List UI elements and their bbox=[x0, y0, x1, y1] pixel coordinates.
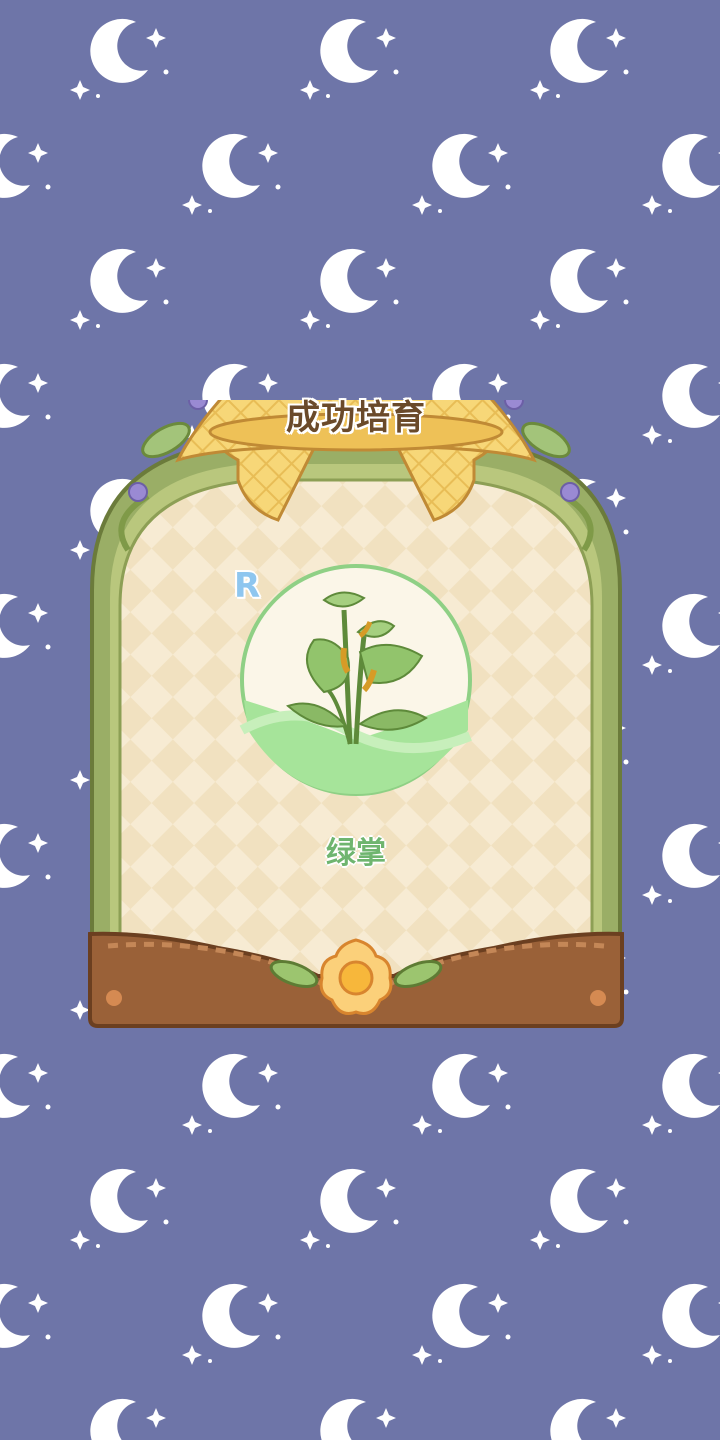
moon-icon bbox=[300, 1168, 399, 1250]
moon-icon bbox=[0, 1053, 51, 1135]
moon-icon bbox=[412, 1283, 511, 1365]
card-frame bbox=[88, 400, 624, 1028]
moon-icon bbox=[70, 1398, 169, 1440]
moon-icon bbox=[182, 1053, 281, 1135]
dialog-title: 成功培育 bbox=[286, 398, 426, 438]
moon-icon bbox=[0, 593, 51, 675]
moon-icon bbox=[300, 1398, 399, 1440]
moon-icon bbox=[300, 248, 399, 330]
moon-icon bbox=[642, 1053, 720, 1135]
moon-icon bbox=[642, 1283, 720, 1365]
moon-icon bbox=[0, 133, 51, 215]
moon-icon bbox=[70, 18, 169, 100]
card-base bbox=[88, 931, 624, 1028]
moon-icon bbox=[530, 1398, 629, 1440]
moon-icon bbox=[70, 1168, 169, 1250]
rarity-badge: R bbox=[234, 566, 261, 606]
moon-icon bbox=[182, 133, 281, 215]
moon-icon bbox=[70, 248, 169, 330]
moon-icon bbox=[300, 18, 399, 100]
cultivation-success-card: 成功培育 R 绿掌 bbox=[88, 398, 624, 1028]
moon-icon bbox=[642, 593, 720, 675]
moon-icon bbox=[182, 1283, 281, 1365]
moon-icon bbox=[0, 363, 51, 445]
moon-icon bbox=[642, 823, 720, 905]
moon-icon bbox=[0, 823, 51, 905]
moon-icon bbox=[642, 133, 720, 215]
plant-medallion bbox=[239, 564, 472, 796]
moon-icon bbox=[530, 1168, 629, 1250]
moon-icon bbox=[642, 363, 720, 445]
moon-icon bbox=[412, 1053, 511, 1135]
moon-icon bbox=[412, 133, 511, 215]
moon-icon bbox=[0, 1283, 51, 1365]
plant-name: 绿掌 bbox=[326, 836, 386, 871]
moon-icon bbox=[530, 248, 629, 330]
moon-icon bbox=[530, 18, 629, 100]
